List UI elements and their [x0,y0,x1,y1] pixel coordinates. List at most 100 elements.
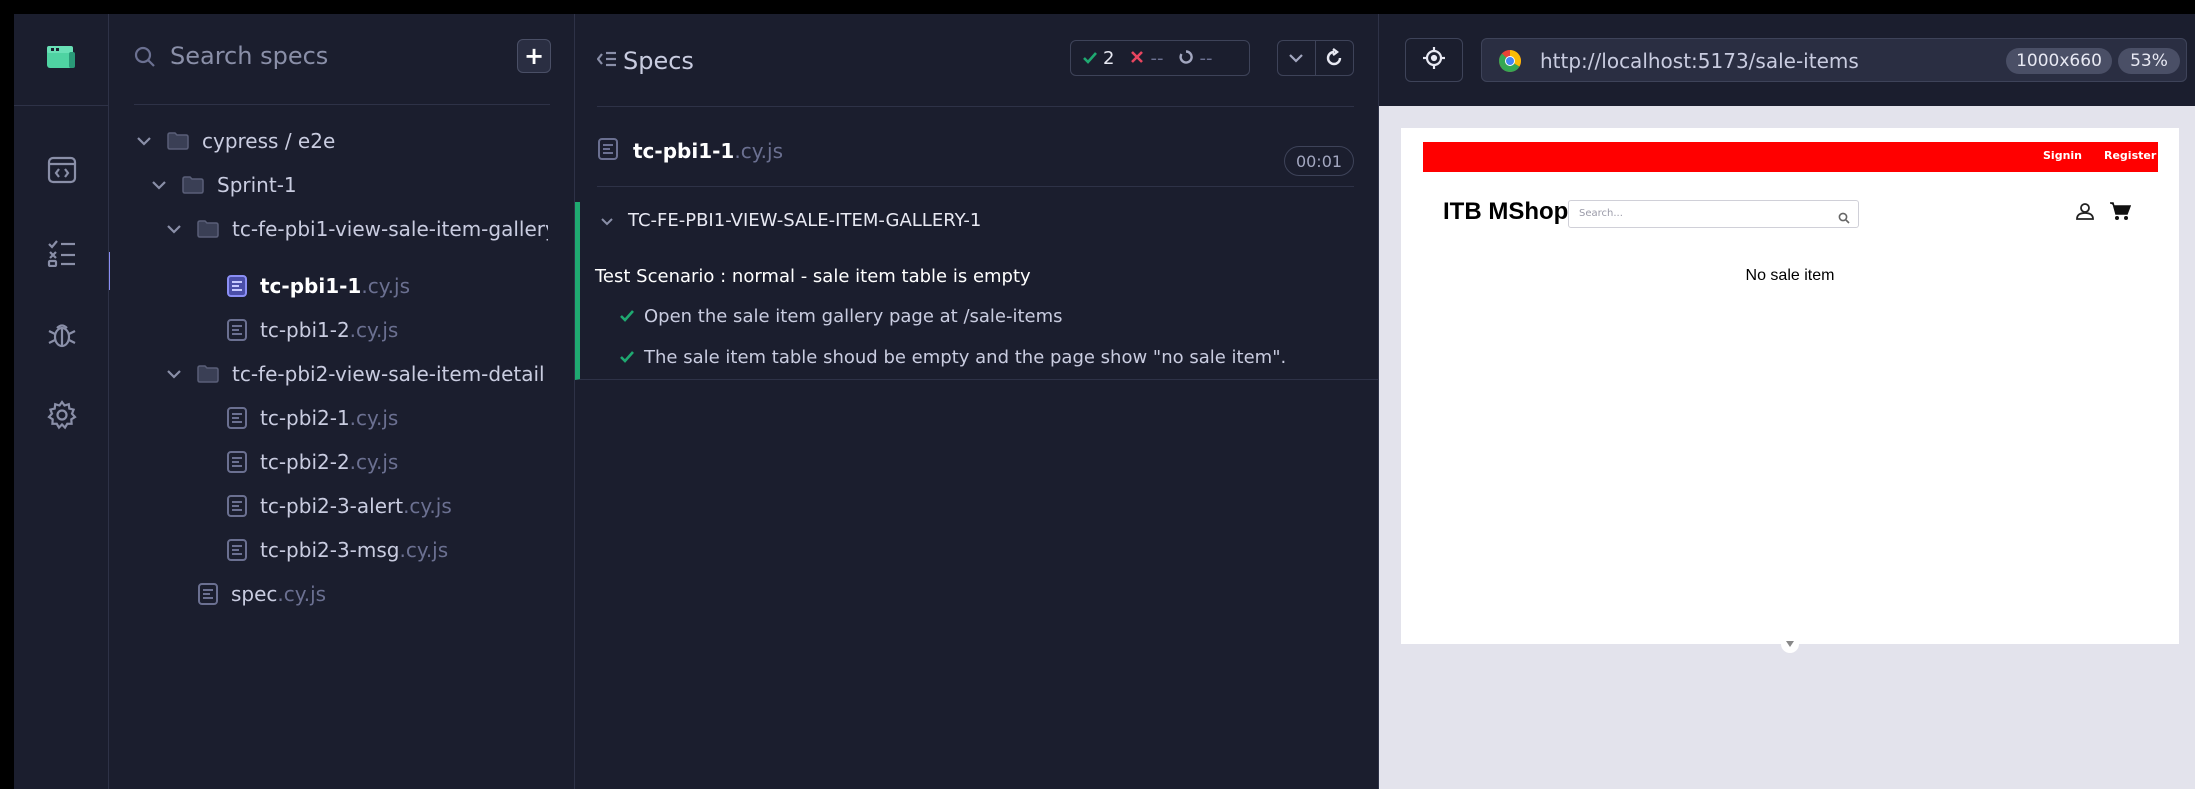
document-icon [226,406,248,430]
runner-logo-icon[interactable] [45,44,77,76]
check-icon [1083,48,1097,69]
collapse-specs-icon[interactable] [596,50,617,72]
reporter-header: Specs 2 -- -- [575,14,1379,106]
shop-top-bar: Signin Register [1423,142,2158,172]
spec-file-ext: .cy.js [403,494,452,518]
document-icon [226,274,248,298]
folder-pbi2-detail[interactable]: tc-fe-pbi2-view-sale-item-detail [164,356,545,392]
spec-file-name: tc-pbi2-3-msg [260,538,400,562]
spec-file-ext: .cy.js [361,274,411,298]
check-icon [620,347,634,368]
url-bar[interactable]: http://localhost:5173/sale-items 1000x66… [1481,38,2187,82]
spec-file-ext: .cy.js [349,406,399,430]
bug-icon [47,319,77,353]
search-icon [134,46,156,72]
spec-file-ext: .cy.js [349,450,399,474]
register-link[interactable]: Register [2104,149,2156,162]
folder-icon [181,175,205,195]
duration-badge: 00:01 [1284,146,1354,176]
chevron-down-icon [164,224,184,234]
spec-file-tc-pbi2-3-msg[interactable]: tc-pbi2-3-msg .cy.js [226,532,448,568]
scale-badge[interactable]: 53% [2118,48,2180,74]
search-specs-input[interactable]: Search specs [134,38,550,76]
suite-header[interactable]: TC-FE-PBI1-VIEW-SALE-ITEM-GALLERY-1 [600,210,981,231]
document-icon [597,137,619,165]
spec-file-name: spec [231,582,278,606]
nav-runs-button[interactable] [14,142,109,202]
spinner-icon [1179,48,1194,69]
search-icon [1838,209,1850,228]
running-spec-name: tc-pbi1-1 [633,139,735,163]
spec-file-name: tc-pbi2-3-alert [260,494,404,518]
url-text: http://localhost:5173/sale-items [1540,49,1859,73]
nav-settings-button[interactable] [14,387,109,447]
document-icon [226,538,248,562]
test-title: Open the sale item gallery page at /sale… [644,306,1063,327]
scenario-title[interactable]: Test Scenario : normal - sale item table… [595,266,1031,287]
spec-file-name: tc-pbi2-2 [260,450,350,474]
app-viewport[interactable]: Signin Register ITB MShop Search... No s… [1401,128,2179,653]
document-icon [226,450,248,474]
folder-sprint-1[interactable]: Sprint-1 [149,167,297,203]
aut-toolbar: http://localhost:5173/sale-items 1000x66… [1379,14,2195,106]
shop-brand[interactable]: ITB MShop [1443,198,1568,226]
shop-search-input[interactable]: Search... [1568,200,1859,228]
cart-icon[interactable] [2109,201,2132,225]
suite-title: TC-FE-PBI1-VIEW-SALE-ITEM-GALLERY-1 [628,210,982,231]
spec-file-tc-pbi2-3-alert[interactable]: tc-pbi2-3-alert .cy.js [226,488,452,524]
spec-file-name: tc-pbi1-1 [260,274,362,298]
folder-pbi1-gallery[interactable]: tc-fe-pbi1-view-sale-item-gallery [164,211,548,247]
chevron-down-icon[interactable] [1278,41,1316,75]
test-item[interactable]: The sale item table shoud be empty and t… [620,347,1286,368]
spec-file-tc-pbi2-1[interactable]: tc-pbi2-1 .cy.js [226,400,398,436]
spec-file-name: tc-pbi1-2 [260,318,350,342]
reporter-divider [597,106,1354,107]
spec-file-tc-pbi2-2[interactable]: tc-pbi2-2 .cy.js [226,444,398,480]
chevron-down-icon [164,369,184,379]
document-icon [226,318,248,342]
running-spec-ext: .cy.js [734,139,784,163]
logo-area [14,14,108,106]
chevron-down-icon [600,210,614,231]
chrome-icon [1498,49,1522,77]
scroll-down-indicator[interactable] [1781,635,1799,653]
folder-cypress-e2e[interactable]: cypress / e2e [134,123,335,159]
spec-file-name: tc-pbi2-1 [260,406,350,430]
pending-count: -- [1179,48,1212,69]
code-window-icon [47,156,77,188]
user-icon[interactable] [2075,201,2095,225]
nav-specs-button[interactable] [14,225,109,285]
specs-divider [134,104,550,105]
chevron-down-icon [149,180,169,190]
test-title: The sale item table shoud be empty and t… [644,347,1287,368]
selector-playground-button[interactable] [1405,38,1463,82]
test-item[interactable]: Open the sale item gallery page at /sale… [620,306,1063,327]
running-spec-header: tc-pbi1-1 .cy.js [597,130,1354,172]
folder-icon [196,219,220,239]
nav-debug-button[interactable] [14,306,109,366]
reporter-panel: Specs 2 -- -- tc-pbi1-1 .cy.js 00:01 TC-… [575,14,1379,789]
run-controls [1277,40,1354,76]
folder-label: tc-fe-pbi2-view-sale-item-detail [232,362,545,386]
spec-file-ext: .cy.js [349,318,399,342]
check-icon [620,306,634,327]
cypress-runner: Search specs + cypress / e2e Sprint-1 tc… [14,14,2195,789]
test-suite[interactable]: TC-FE-PBI1-VIEW-SALE-ITEM-GALLERY-1 Test… [575,202,1379,380]
spec-file-tc-pbi1-1[interactable]: tc-pbi1-1 .cy.js [226,268,410,304]
gear-icon [46,400,77,434]
spec-file-tc-pbi1-2[interactable]: tc-pbi1-2 .cy.js [226,312,398,348]
specs-list-icon [47,239,77,271]
specs-panel: Search specs + cypress / e2e Sprint-1 tc… [110,14,575,789]
rerun-icon[interactable] [1316,48,1354,68]
empty-sale-items-message: No sale item [1745,267,1835,284]
signin-link[interactable]: Signin [2043,149,2082,162]
chevron-down-icon [134,136,154,146]
spec-file-ext: .cy.js [399,538,449,562]
viewport-size-badge[interactable]: 1000x660 [2006,48,2112,74]
shop-search-placeholder: Search... [1579,208,1623,219]
spec-file-spec[interactable]: spec .cy.js [197,576,326,612]
new-spec-button[interactable]: + [517,39,551,73]
icon-sidebar [14,14,114,789]
folder-icon [166,131,190,151]
cross-icon [1130,48,1144,69]
